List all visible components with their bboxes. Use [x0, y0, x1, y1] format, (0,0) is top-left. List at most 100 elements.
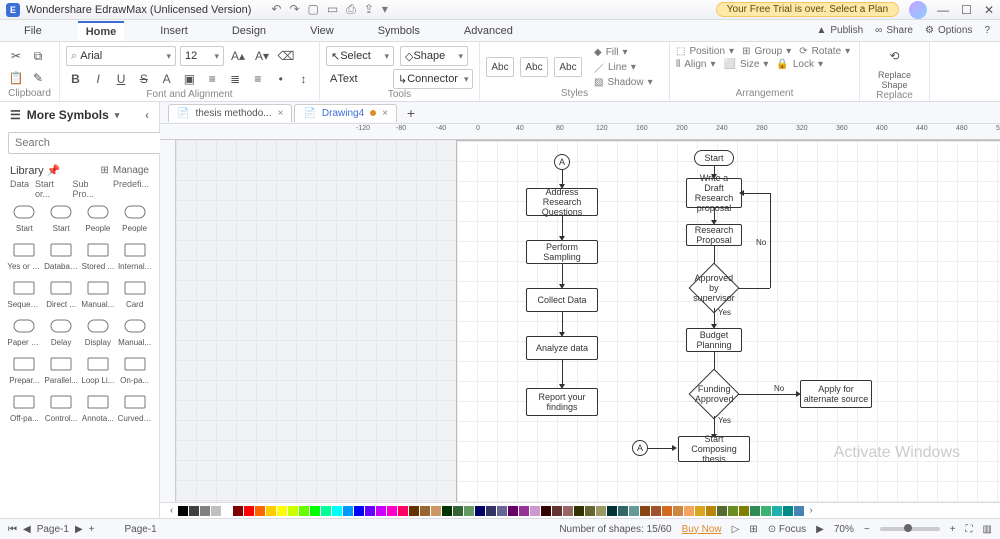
shape-stencil[interactable]: Delay — [44, 317, 78, 347]
connector-a-top[interactable]: A — [554, 154, 570, 170]
user-avatar[interactable] — [909, 1, 927, 19]
format-painter-icon[interactable]: ✎ — [28, 68, 48, 88]
color-swatch[interactable] — [288, 506, 298, 516]
color-swatch[interactable] — [552, 506, 562, 516]
node-analyze-data[interactable]: Analyze data — [526, 336, 598, 360]
node-start-composing[interactable]: Start Composing thesis — [678, 436, 750, 462]
color-swatch[interactable] — [277, 506, 287, 516]
prev-page-icon[interactable]: ◀ — [23, 524, 31, 535]
shadow-button[interactable]: ▨ Shadow ▾ — [594, 77, 653, 88]
paste-icon[interactable]: 📋 — [6, 68, 26, 88]
color-swatch[interactable] — [464, 506, 474, 516]
publish-button[interactable]: ▲ Publish — [816, 25, 863, 36]
palette-next-icon[interactable]: › — [805, 505, 816, 516]
slideshow-icon[interactable]: ⊞ — [749, 524, 757, 535]
color-swatch[interactable] — [299, 506, 309, 516]
shape-stencil[interactable]: Internal... — [118, 241, 152, 271]
color-swatch[interactable] — [706, 506, 716, 516]
color-swatch[interactable] — [211, 506, 221, 516]
open-icon[interactable]: ▭ — [327, 2, 338, 17]
document-tab-2[interactable]: 📄 Drawing4× — [294, 104, 397, 122]
color-swatch[interactable] — [739, 506, 749, 516]
shape-stencil[interactable]: Direct ... — [44, 279, 78, 309]
align-button[interactable]: ⫴ Align▾ — [676, 59, 715, 70]
shape-stencil[interactable]: Manual... — [118, 317, 152, 347]
color-swatch[interactable] — [651, 506, 661, 516]
color-swatch[interactable] — [607, 506, 617, 516]
font-size-combo[interactable]: 12▾ — [180, 46, 224, 66]
color-swatch[interactable] — [794, 506, 804, 516]
add-tab-button[interactable]: + — [403, 105, 419, 121]
color-swatch[interactable] — [486, 506, 496, 516]
color-swatch[interactable] — [387, 506, 397, 516]
node-alternate-source[interactable]: Apply for alternate source — [800, 380, 872, 408]
color-swatch[interactable] — [222, 506, 232, 516]
clear-format-icon[interactable]: ⌫ — [276, 46, 296, 66]
color-swatch[interactable] — [442, 506, 452, 516]
shape-stencil[interactable]: Display — [81, 317, 115, 347]
node-draft-proposal[interactable]: Write a Draft Research proposal — [686, 178, 742, 208]
bullets-icon[interactable]: • — [271, 69, 290, 89]
shape-stencil[interactable]: Control... — [44, 393, 78, 423]
drawing-canvas[interactable]: A Address Research Questions Perform Sam… — [160, 140, 1000, 502]
style-preset-1[interactable]: Abc — [486, 57, 514, 77]
color-swatch[interactable] — [332, 506, 342, 516]
color-swatch[interactable] — [244, 506, 254, 516]
zoom-out-icon[interactable]: − — [864, 524, 870, 535]
select-tool-combo[interactable]: ↖ Select▾ — [326, 46, 394, 66]
fit-page-icon[interactable]: ⛶ — [966, 524, 973, 535]
redo-icon[interactable]: ↷ — [289, 2, 299, 17]
color-swatch[interactable] — [343, 506, 353, 516]
color-swatch[interactable] — [761, 506, 771, 516]
color-swatch[interactable] — [200, 506, 210, 516]
collapse-sidebar-icon[interactable]: ‹ — [145, 108, 149, 122]
buy-now-link[interactable]: Buy Now — [682, 524, 722, 535]
play-icon[interactable]: ▶ — [816, 524, 824, 535]
increase-font-icon[interactable]: A▴ — [228, 46, 248, 66]
node-funding-approved[interactable]: Funding Approved — [689, 369, 740, 420]
menu-insert[interactable]: Insert — [152, 22, 196, 40]
zoom-in-icon[interactable]: + — [950, 524, 956, 535]
palette-prev-icon[interactable]: ‹ — [166, 505, 177, 516]
shape-stencil[interactable]: Parallel... — [44, 355, 78, 385]
style-preset-2[interactable]: Abc — [520, 57, 548, 77]
menu-advanced[interactable]: Advanced — [456, 22, 521, 40]
options-button[interactable]: ⚙ Options — [925, 25, 972, 36]
style-preset-3[interactable]: Abc — [554, 57, 582, 77]
color-swatch[interactable] — [365, 506, 375, 516]
group-button[interactable]: ⊞ Group▾ — [742, 46, 791, 57]
node-report-findings[interactable]: Report your findings — [526, 388, 598, 416]
replace-shape-icon[interactable]: ⟲ — [885, 46, 905, 66]
align-center-icon[interactable]: ≣ — [226, 69, 245, 89]
color-swatch[interactable] — [189, 506, 199, 516]
save-icon[interactable]: ▢ — [308, 2, 319, 17]
highlight-icon[interactable]: ▣ — [180, 69, 199, 89]
italic-button[interactable]: I — [89, 69, 108, 89]
menu-home[interactable]: Home — [78, 21, 125, 41]
shape-stencil[interactable]: Start — [7, 203, 41, 233]
search-input[interactable] — [8, 132, 164, 154]
node-perform-sampling[interactable]: Perform Sampling — [526, 240, 598, 264]
qat-more-icon[interactable]: ▾ — [382, 2, 388, 17]
text-tool[interactable]: A Text — [326, 69, 387, 89]
shape-stencil[interactable]: Stored ... — [81, 241, 115, 271]
color-swatch[interactable] — [431, 506, 441, 516]
decrease-font-icon[interactable]: A▾ — [252, 46, 272, 66]
help-icon[interactable]: ? — [984, 25, 990, 36]
undo-icon[interactable]: ↶ — [271, 2, 281, 17]
shape-stencil[interactable]: Paper T... — [7, 317, 41, 347]
document-tab-1[interactable]: 📄 thesis methodo...× — [168, 104, 292, 122]
color-swatch[interactable] — [508, 506, 518, 516]
connector-a-bottom[interactable]: A — [632, 440, 648, 456]
add-page-icon[interactable]: + — [89, 524, 95, 535]
align-right-icon[interactable]: ≡ — [249, 69, 268, 89]
color-swatch[interactable] — [255, 506, 265, 516]
next-page-icon[interactable]: ▶ — [75, 524, 83, 535]
print-icon[interactable]: ⎙ — [346, 2, 356, 17]
rotate-button[interactable]: ⟳ Rotate▾ — [799, 46, 850, 57]
share-button[interactable]: ∞ Share — [875, 25, 913, 36]
present-icon[interactable]: ▷ — [732, 524, 740, 535]
color-swatch[interactable] — [354, 506, 364, 516]
shape-stencil[interactable]: Yes or No — [7, 241, 41, 271]
color-swatch[interactable] — [783, 506, 793, 516]
